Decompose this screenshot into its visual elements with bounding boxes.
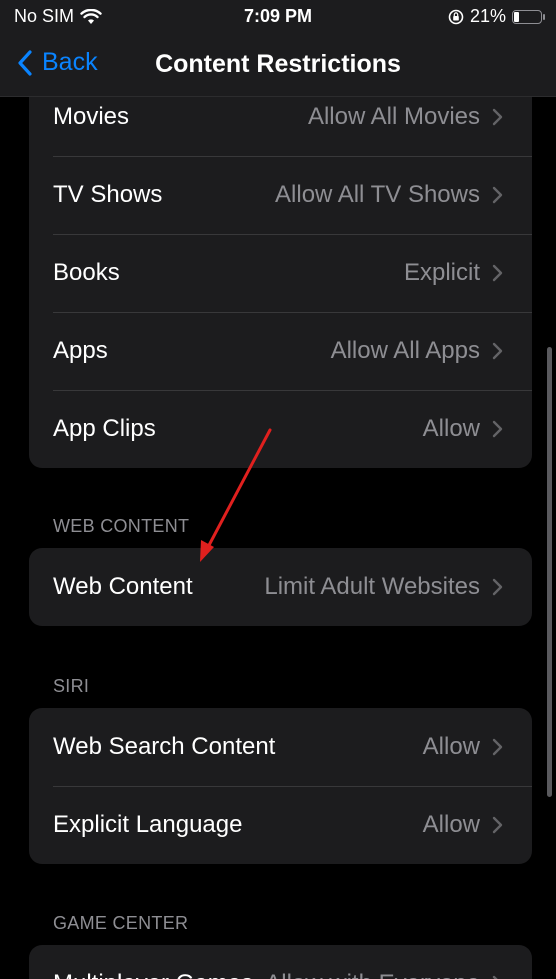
status-right: 21% [448,6,545,27]
row-tv-shows[interactable]: TV Shows Allow All TV Shows [29,156,532,234]
row-value: Allow [422,415,480,442]
row-value: Limit Adult Websites [264,573,480,600]
navigation-bar: Back Content Restrictions [0,34,556,97]
chevron-right-icon [492,186,503,204]
chevron-right-icon [492,342,503,360]
row-label: TV Shows [53,181,163,208]
section-header-web-content: WEB CONTENT [53,516,190,536]
row-value: Allow All TV Shows [275,181,480,208]
orientation-lock-icon [448,9,464,24]
battery-fill [514,11,519,22]
row-movies[interactable]: Movies Allow All Movies [29,97,532,156]
chevron-right-icon [492,816,503,834]
battery-icon [512,9,545,24]
row-label: Movies [53,103,130,130]
row-label: Books [53,259,120,286]
game-center-group: Multiplayer Games Allow with Everyone [29,945,532,979]
row-value: Allow with Everyone [265,970,480,979]
scrollbar[interactable] [547,347,552,797]
section-header-siri: SIRI [53,676,90,696]
chevron-right-icon [492,264,503,282]
row-label: Apps [53,337,108,364]
page-title: Content Restrictions [155,50,401,78]
row-value: Allow All Movies [307,103,480,130]
media-group: Movies Allow All Movies TV Shows Allow A… [29,97,532,468]
row-multiplayer-games[interactable]: Multiplayer Games Allow with Everyone [29,945,532,979]
row-value: Allow [422,811,480,838]
section-header-game-center: GAME CENTER [53,913,189,933]
row-label: Explicit Language [53,811,243,838]
row-books[interactable]: Books Explicit [29,234,532,312]
row-label: Web Search Content [53,733,276,760]
row-label: Multiplayer Games [53,970,253,979]
chevron-right-icon [492,108,503,126]
row-label: App Clips [53,415,156,442]
row-explicit-language[interactable]: Explicit Language Allow [29,786,532,864]
row-apps[interactable]: Apps Allow All Apps [29,312,532,390]
battery-percent: 21% [469,6,506,26]
chevron-right-icon [492,738,503,756]
row-app-clips[interactable]: App Clips Allow [29,390,532,468]
row-value: Allow [422,733,480,760]
row-value: Explicit [403,259,480,286]
chevron-right-icon [492,975,498,979]
row-web-content[interactable]: Web Content Limit Adult Websites [29,548,532,626]
siri-group: Web Search Content Allow Explicit Langua… [29,708,532,864]
chevron-right-icon [492,420,503,438]
chevron-right-icon [492,578,503,596]
row-value: Allow All Apps [330,337,480,364]
status-bar: No SIM 7:09 PM 21% [0,0,556,34]
settings-list[interactable]: Movies Allow All Movies TV Shows Allow A… [0,97,556,979]
row-label: Web Content [53,573,193,600]
row-web-search-content[interactable]: Web Search Content Allow [29,708,532,786]
web-content-group: Web Content Limit Adult Websites [29,548,532,626]
